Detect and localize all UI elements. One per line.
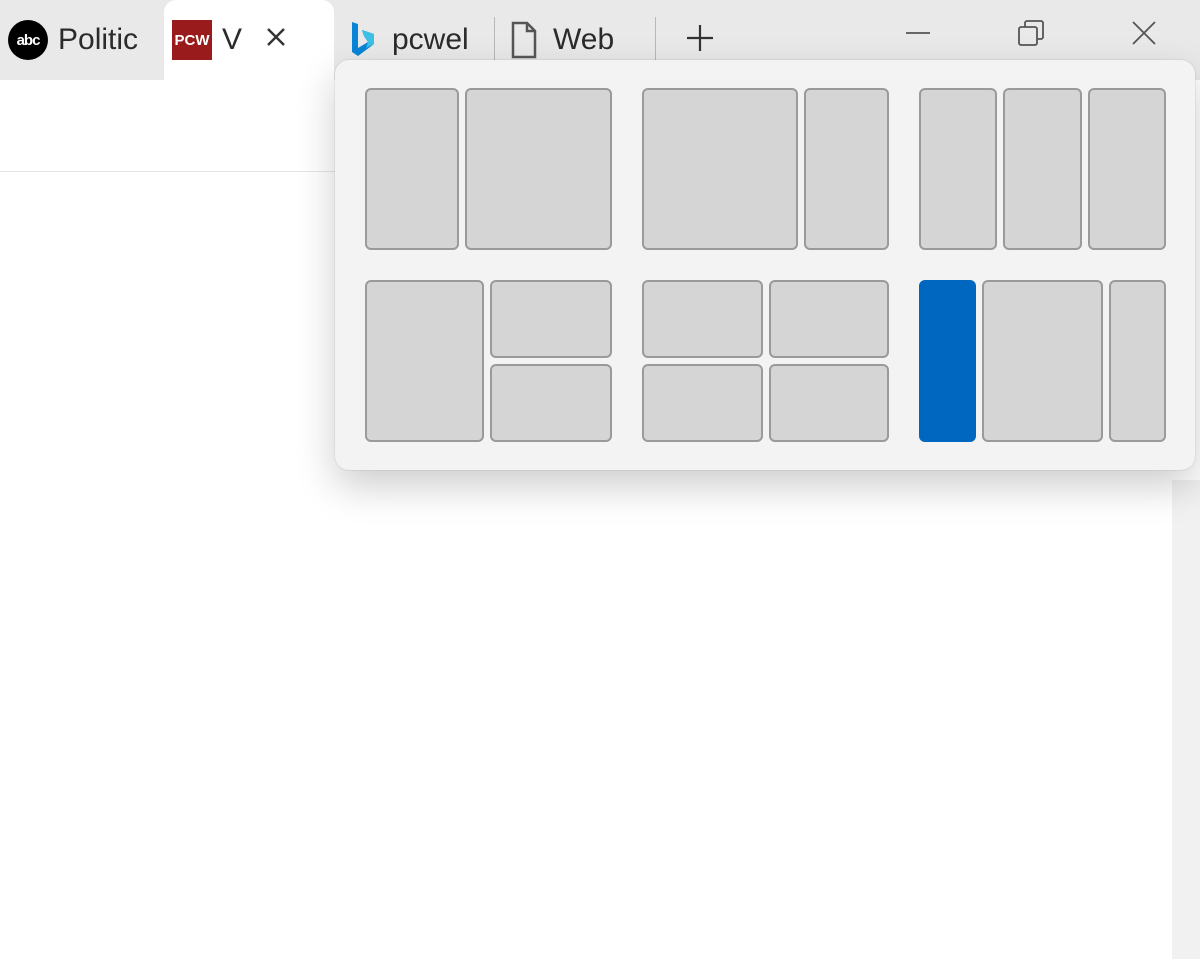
- snap-pane: [1109, 280, 1166, 442]
- abc-news-favicon: abc: [8, 20, 48, 60]
- snap-layout-four-grid[interactable]: [642, 280, 889, 442]
- snap-pane: [982, 280, 1103, 442]
- close-icon: [264, 23, 288, 57]
- snap-pane: [642, 364, 763, 442]
- snap-pane: [490, 280, 612, 358]
- browser-toolbar: [0, 80, 340, 172]
- snap-pane: [769, 364, 890, 442]
- snap-pane: [642, 88, 798, 250]
- document-favicon: [503, 20, 543, 60]
- tab-title: V: [222, 23, 242, 57]
- tab-title: Web: [553, 23, 614, 57]
- snap-pane: [642, 280, 763, 358]
- snap-layout-left-plus-stack[interactable]: [365, 280, 612, 442]
- snap-pane-selected: [919, 280, 976, 442]
- tab-title: pcwel: [392, 23, 469, 57]
- tab-separator: [655, 17, 656, 63]
- snap-layout-two-col-65-35[interactable]: [642, 88, 889, 250]
- tab-pcw-active[interactable]: PCW V: [164, 0, 334, 80]
- snap-layout-three-col[interactable]: [919, 88, 1166, 250]
- snap-layouts-popup: [335, 60, 1195, 470]
- close-tab-button[interactable]: [258, 22, 294, 58]
- snap-pane: [490, 364, 612, 442]
- snap-pane: [365, 88, 459, 250]
- minimize-icon: [904, 19, 932, 52]
- vertical-scrollbar[interactable]: [1172, 480, 1200, 959]
- snap-layout-three-col-wide-center[interactable]: [919, 280, 1166, 442]
- maximize-restore-icon: [1017, 19, 1045, 52]
- tab-politics[interactable]: abc Politic: [0, 0, 164, 80]
- snap-pane: [465, 88, 612, 250]
- snap-pane: [365, 280, 484, 442]
- bing-favicon: [342, 20, 382, 60]
- snap-pane: [1003, 88, 1081, 250]
- close-icon: [1130, 19, 1158, 52]
- snap-pane: [1088, 88, 1166, 250]
- snap-pane: [769, 280, 890, 358]
- snap-pane: [804, 88, 889, 250]
- snap-layout-two-col-40-60[interactable]: [365, 88, 612, 250]
- tab-title: Politic: [58, 23, 138, 57]
- plus-icon: [685, 23, 715, 58]
- pcworld-favicon: PCW: [172, 20, 212, 60]
- snap-pane: [919, 88, 997, 250]
